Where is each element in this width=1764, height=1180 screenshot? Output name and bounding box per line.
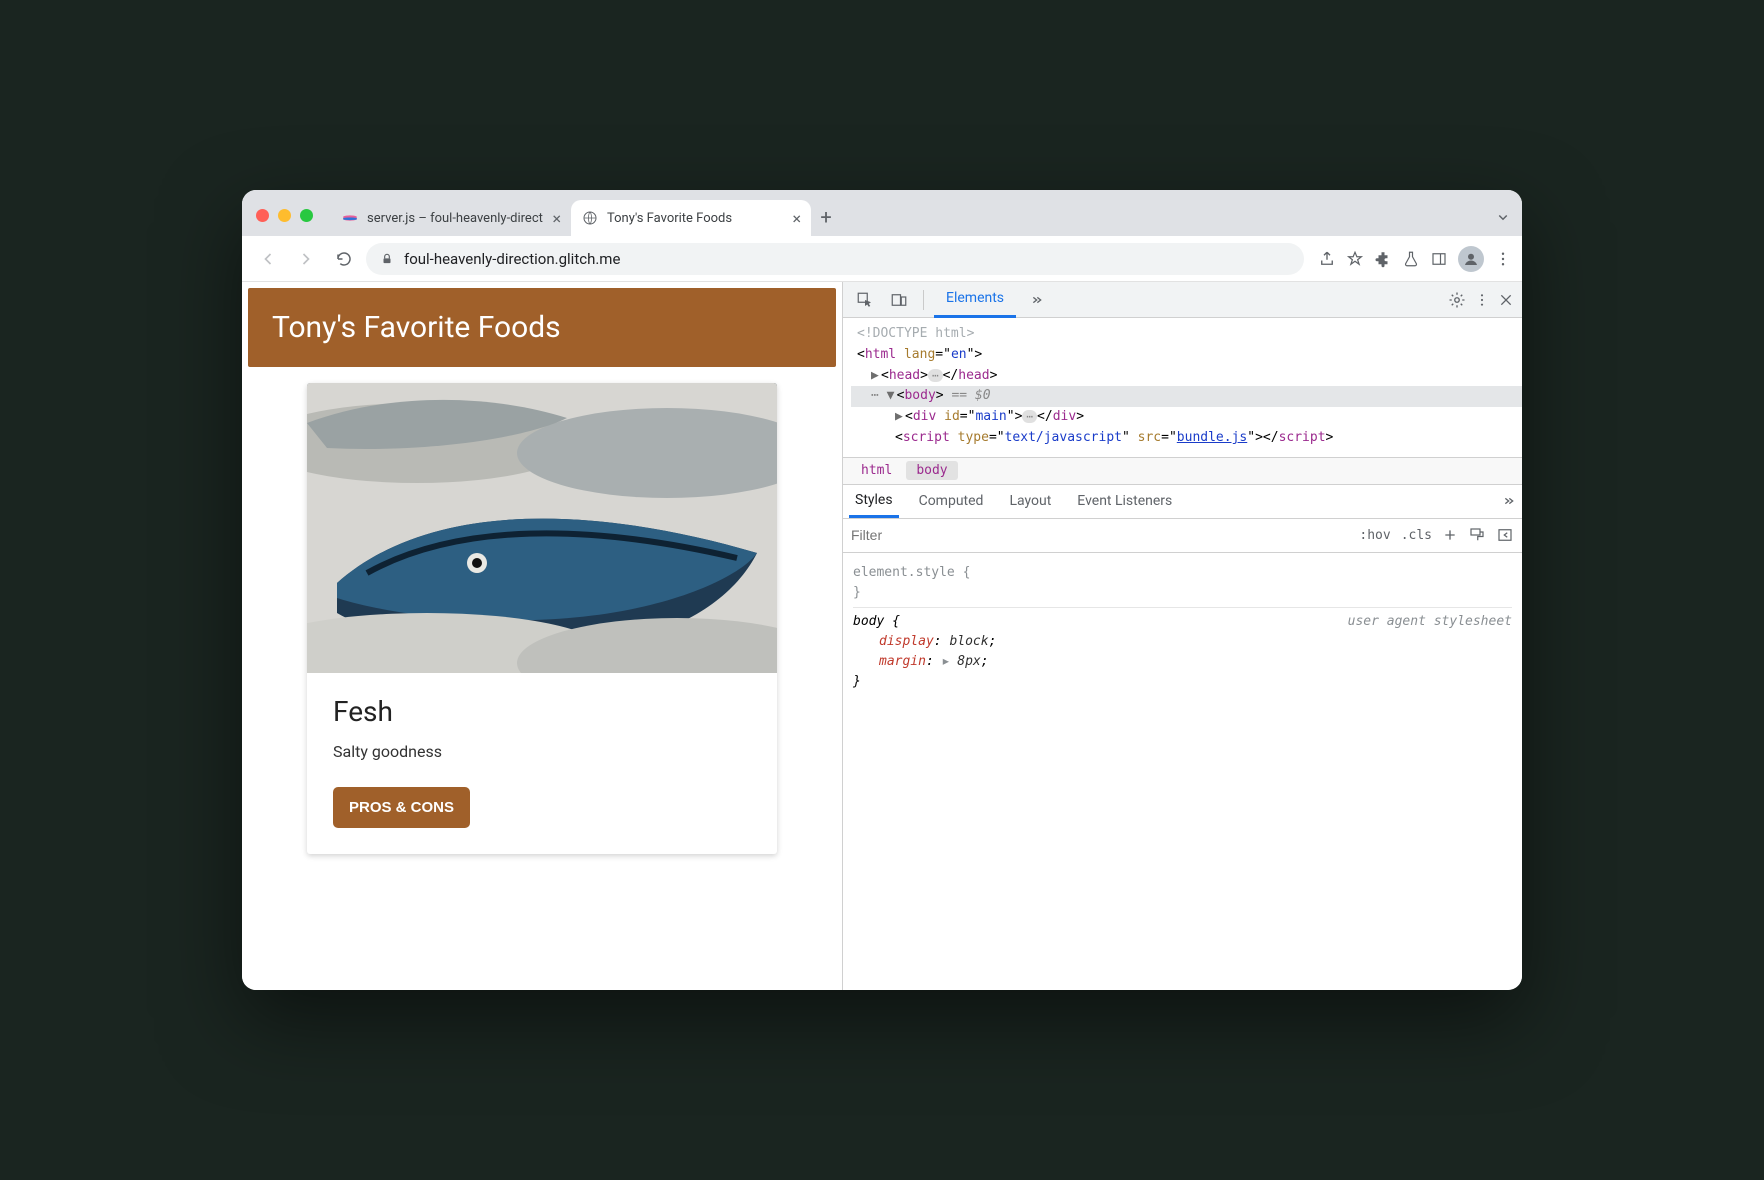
device-toggle-icon[interactable] (885, 286, 913, 314)
card-description: Salty goodness (333, 742, 751, 761)
close-devtools-icon[interactable] (1498, 292, 1514, 308)
script-row[interactable]: <script type="text/javascript" src="bund… (851, 428, 1522, 449)
cls-toggle[interactable]: .cls (1401, 528, 1432, 543)
lock-icon (380, 252, 394, 266)
maximize-window-icon[interactable] (300, 209, 313, 222)
profile-avatar[interactable] (1458, 246, 1484, 272)
devtools-toolbar: Elements (843, 282, 1522, 318)
page-viewport[interactable]: Tony's Favorite Foods (242, 282, 842, 990)
body-rule[interactable]: user agent stylesheet body { display: bl… (853, 608, 1512, 697)
url-text: foul-heavenly-direction.glitch.me (404, 250, 620, 268)
close-tab-icon[interactable]: × (792, 209, 801, 228)
card-body: Fesh Salty goodness PROS & CONS (307, 673, 777, 854)
elements-tab[interactable]: Elements (934, 282, 1016, 318)
layout-tab[interactable]: Layout (1003, 484, 1057, 518)
elements-tree[interactable]: <!DOCTYPE html> <html lang="en"> ▶<head>… (843, 318, 1522, 457)
card-title: Fesh (333, 695, 751, 728)
menu-icon[interactable] (1494, 250, 1512, 268)
paint-icon[interactable] (1468, 526, 1486, 544)
toggle-sidebar-icon[interactable] (1496, 526, 1514, 544)
devtools-panel: Elements <!DOCTYPE html> <html lang="en"… (842, 282, 1522, 990)
more-panels-icon[interactable] (1022, 286, 1050, 314)
food-card: Fesh Salty goodness PROS & CONS (307, 383, 777, 854)
star-icon[interactable] (1346, 250, 1364, 268)
page-header: Tony's Favorite Foods (248, 288, 836, 367)
pros-cons-button[interactable]: PROS & CONS (333, 787, 470, 828)
window-controls (256, 209, 313, 222)
new-tab-button[interactable]: + (811, 202, 841, 232)
div-main-row[interactable]: ▶<div id="main">⋯</div> (851, 407, 1522, 428)
settings-icon[interactable] (1448, 291, 1466, 309)
tabs: server.js – foul-heavenly-direct × Tony'… (331, 200, 1494, 236)
inspect-icon[interactable] (851, 286, 879, 314)
content-area: Tony's Favorite Foods (242, 282, 1522, 990)
back-button[interactable] (252, 243, 284, 275)
body-row-selected[interactable]: ⋯ ▼<body> == $0 (851, 386, 1522, 407)
html-open-row[interactable]: <html lang="en"> (851, 345, 1522, 366)
devtools-body: <!DOCTYPE html> <html lang="en"> ▶<head>… (843, 318, 1522, 990)
sidepanel-icon[interactable] (1430, 250, 1448, 268)
close-window-icon[interactable] (256, 209, 269, 222)
doctype-row[interactable]: <!DOCTYPE html> (851, 324, 1522, 345)
toolbar-actions (1318, 246, 1512, 272)
tab-title: server.js – foul-heavenly-direct (367, 211, 544, 226)
toolbar: foul-heavenly-direction.glitch.me (242, 236, 1522, 282)
head-row[interactable]: ▶<head>⋯</head> (851, 366, 1522, 387)
minimize-window-icon[interactable] (278, 209, 291, 222)
extensions-icon[interactable] (1374, 250, 1392, 268)
browser-window: server.js – foul-heavenly-direct × Tony'… (242, 190, 1522, 990)
food-image (307, 383, 777, 673)
event-listeners-tab[interactable]: Event Listeners (1071, 484, 1178, 518)
hov-toggle[interactable]: :hov (1359, 528, 1390, 543)
crumb-html[interactable]: html (851, 461, 902, 480)
share-icon[interactable] (1318, 250, 1336, 268)
styles-filter-row: :hov .cls (843, 519, 1522, 553)
tab-bar: server.js – foul-heavenly-direct × Tony'… (242, 190, 1522, 236)
tab-serverjs[interactable]: server.js – foul-heavenly-direct × (331, 200, 571, 236)
elements-breadcrumb: html body (843, 457, 1522, 485)
element-style-rule[interactable]: element.style { } (853, 559, 1512, 608)
kebab-icon[interactable] (1474, 292, 1490, 308)
styles-subtabs: Styles Computed Layout Event Listeners (843, 485, 1522, 519)
computed-tab[interactable]: Computed (913, 484, 990, 518)
styles-rules[interactable]: element.style { } user agent stylesheet … (843, 553, 1522, 990)
address-bar[interactable]: foul-heavenly-direction.glitch.me (366, 243, 1304, 275)
glitch-favicon-icon (341, 209, 359, 227)
new-rule-icon[interactable] (1442, 527, 1458, 543)
forward-button[interactable] (290, 243, 322, 275)
styles-more-icon[interactable] (1500, 493, 1516, 509)
styles-tab[interactable]: Styles (849, 484, 899, 518)
divider (923, 290, 924, 310)
close-tab-icon[interactable]: × (552, 209, 561, 228)
stylesheet-source: user agent stylesheet (1348, 612, 1512, 632)
reload-button[interactable] (328, 243, 360, 275)
labs-icon[interactable] (1402, 250, 1420, 268)
tab-dropdown-icon[interactable] (1494, 208, 1512, 226)
tab-title: Tony's Favorite Foods (607, 211, 784, 226)
crumb-body[interactable]: body (906, 461, 957, 480)
styles-filter-input[interactable] (851, 527, 1349, 543)
globe-favicon-icon (581, 209, 599, 227)
devtools-right-controls (1448, 291, 1514, 309)
tab-favorite-foods[interactable]: Tony's Favorite Foods × (571, 200, 811, 236)
